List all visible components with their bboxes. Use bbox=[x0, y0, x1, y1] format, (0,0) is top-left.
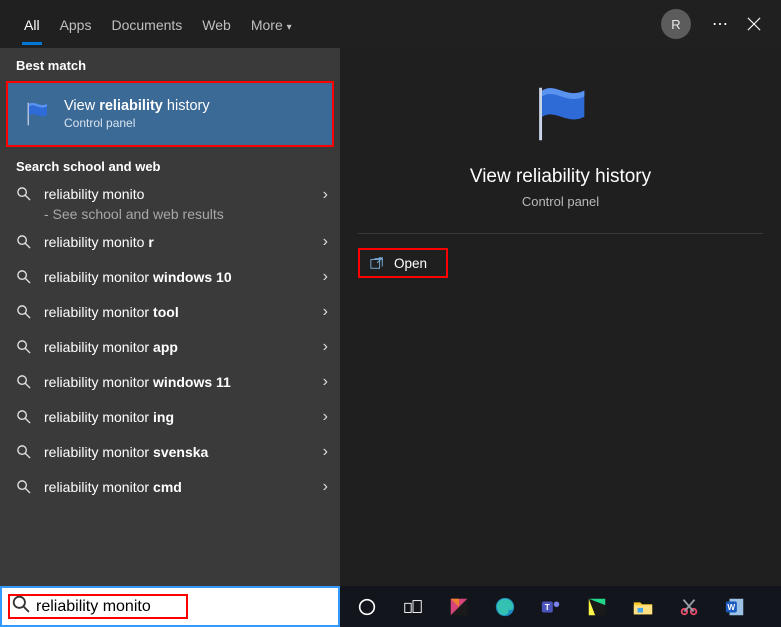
suggestion-text: reliability monitor windows 10 bbox=[44, 269, 323, 285]
chevron-right-icon[interactable]: › bbox=[323, 233, 328, 251]
suggestion-text: reliability monitor svenska bbox=[44, 444, 323, 460]
suggestion-row[interactable]: reliability monitor cmd› bbox=[0, 469, 340, 504]
search-input[interactable] bbox=[36, 598, 328, 616]
taskbar-app-explorer-icon[interactable] bbox=[622, 586, 664, 627]
suggestion-row[interactable]: reliability monitor windows 11› bbox=[0, 364, 340, 399]
search-icon bbox=[12, 269, 34, 284]
suggestion-text: reliability monitoring bbox=[44, 409, 323, 425]
taskbar: T W bbox=[340, 586, 781, 627]
web-result-query: reliability monito bbox=[44, 186, 144, 202]
flag-icon-large bbox=[525, 78, 597, 150]
web-result-text: reliability monito - See school and web … bbox=[44, 186, 323, 222]
results-panel: Best match View reliability history Cont… bbox=[0, 48, 340, 586]
suggestion-row[interactable]: reliability monitor tool› bbox=[0, 294, 340, 329]
chevron-right-icon[interactable]: › bbox=[323, 303, 328, 321]
best-title-post: history bbox=[163, 98, 210, 114]
tab-all[interactable]: All bbox=[14, 3, 50, 45]
taskbar-app-snip-icon[interactable] bbox=[668, 586, 710, 627]
search-icon bbox=[12, 304, 34, 319]
suggestion-text: reliability monitor windows 11 bbox=[44, 374, 323, 390]
details-subtitle: Control panel bbox=[522, 194, 599, 209]
taskbar-app-pycharm-icon[interactable] bbox=[576, 586, 618, 627]
bottom-bar: T W bbox=[0, 586, 781, 627]
taskbar-app-word-icon[interactable]: W bbox=[714, 586, 756, 627]
suggestion-text: reliability monitor cmd bbox=[44, 479, 323, 495]
suggestion-row[interactable]: reliability monitor app› bbox=[0, 329, 340, 364]
search-box[interactable] bbox=[0, 586, 340, 627]
search-icon bbox=[12, 479, 34, 494]
search-icon bbox=[12, 374, 34, 389]
filter-tabs: All Apps Documents Web More ▾ R ⋯ bbox=[0, 0, 781, 48]
taskbar-app-intellij-icon[interactable] bbox=[438, 586, 480, 627]
search-icon bbox=[12, 409, 34, 424]
suggestion-text: reliability monitor app bbox=[44, 339, 323, 355]
divider bbox=[358, 233, 763, 234]
user-avatar[interactable]: R bbox=[661, 9, 691, 39]
best-match-texts: View reliability history Control panel bbox=[64, 98, 210, 130]
section-best-match: Best match bbox=[0, 48, 340, 79]
svg-text:T: T bbox=[545, 602, 550, 611]
chevron-right-icon[interactable]: › bbox=[323, 443, 328, 461]
suggestion-text: reliability monitor tool bbox=[44, 304, 323, 320]
web-result-hint: - See school and web results bbox=[44, 206, 224, 222]
ellipsis-icon[interactable]: ⋯ bbox=[703, 7, 737, 41]
chevron-right-icon[interactable]: › bbox=[323, 373, 328, 391]
search-icon bbox=[12, 234, 34, 249]
best-match-subtitle: Control panel bbox=[64, 116, 210, 130]
search-icon bbox=[12, 339, 34, 354]
close-icon[interactable] bbox=[737, 7, 771, 41]
taskbar-app-edge-icon[interactable] bbox=[484, 586, 526, 627]
suggestion-row[interactable]: reliability monitor› bbox=[0, 224, 340, 259]
chevron-right-icon[interactable]: › bbox=[323, 338, 328, 356]
chevron-right-icon[interactable]: › bbox=[323, 478, 328, 496]
tab-documents[interactable]: Documents bbox=[101, 3, 192, 45]
chevron-right-icon[interactable]: › bbox=[323, 408, 328, 426]
section-web: Search school and web bbox=[0, 149, 340, 180]
open-button-label: Open bbox=[394, 256, 427, 271]
svg-text:W: W bbox=[727, 602, 735, 611]
tab-web[interactable]: Web bbox=[192, 3, 241, 45]
suggestion-text: reliability monitor bbox=[44, 234, 323, 250]
taskbar-app-teams-icon[interactable]: T bbox=[530, 586, 572, 627]
best-match-item[interactable]: View reliability history Control panel bbox=[6, 81, 334, 147]
best-title-bold: reliability bbox=[99, 98, 163, 114]
tab-more-label: More bbox=[251, 17, 283, 33]
open-button[interactable]: Open bbox=[358, 248, 448, 278]
details-title: View reliability history bbox=[470, 166, 651, 188]
best-title-pre: View bbox=[64, 98, 99, 114]
chevron-right-icon[interactable]: › bbox=[323, 186, 328, 204]
chevron-right-icon[interactable]: › bbox=[323, 268, 328, 286]
details-panel: View reliability history Control panel O… bbox=[340, 48, 781, 586]
tab-apps[interactable]: Apps bbox=[50, 3, 102, 45]
flag-icon bbox=[20, 97, 54, 131]
suggestion-row[interactable]: reliability monitoring› bbox=[0, 399, 340, 434]
task-view-icon[interactable] bbox=[392, 586, 434, 627]
search-icon bbox=[12, 444, 34, 459]
best-match-title: View reliability history bbox=[64, 98, 210, 114]
tab-more[interactable]: More ▾ bbox=[241, 3, 302, 45]
chevron-down-icon: ▾ bbox=[287, 22, 292, 33]
suggestion-row[interactable]: reliability monitor svenska› bbox=[0, 434, 340, 469]
details-hero: View reliability history Control panel bbox=[340, 48, 781, 209]
results-list: reliability monito - See school and web … bbox=[0, 180, 340, 586]
suggestion-row[interactable]: reliability monitor windows 10› bbox=[0, 259, 340, 294]
search-icon bbox=[12, 595, 30, 618]
web-result-top[interactable]: reliability monito - See school and web … bbox=[0, 180, 340, 224]
open-icon bbox=[370, 256, 384, 270]
search-icon bbox=[12, 186, 34, 201]
cortana-icon[interactable] bbox=[346, 586, 388, 627]
